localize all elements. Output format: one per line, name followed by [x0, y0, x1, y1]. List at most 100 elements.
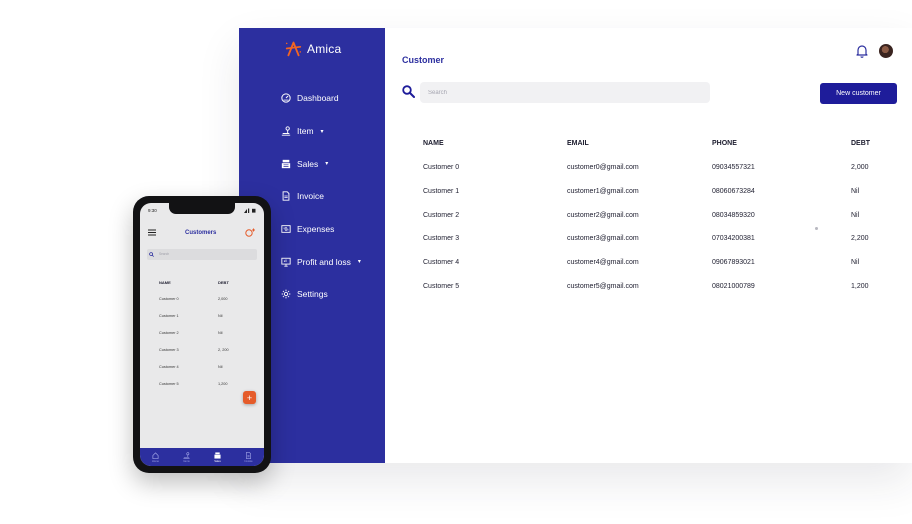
table-cell: customer3@gmail.com — [567, 235, 639, 243]
table-cell[interactable]: Customer 5 — [423, 283, 459, 290]
dashboard-icon — [281, 93, 291, 104]
list-item[interactable]: Customer 3 — [159, 348, 179, 352]
search-icon — [402, 85, 415, 98]
tab-label: Sales — [214, 459, 221, 463]
table-cell: customer1@gmail.com — [567, 187, 639, 195]
table-cell: 08060673284 — [712, 187, 755, 195]
page-title: Customer — [402, 55, 445, 65]
item-icon — [281, 126, 291, 136]
cursor-dot — [815, 227, 818, 230]
tab-items[interactable]: Items — [171, 448, 202, 466]
tab-sales[interactable]: Sales — [202, 448, 233, 466]
amica-logo-icon — [285, 41, 302, 57]
item-icon — [183, 451, 190, 459]
table-cell: 08021000789 — [712, 283, 755, 290]
table-cell: 2,000 — [851, 164, 869, 171]
table-cell: 07034200381 — [712, 235, 755, 243]
list-item: Nil — [218, 331, 223, 335]
stage: Amica Dashboard Item ▾ Sales ▾ Invoice E… — [0, 0, 912, 524]
table-cell: 09034557321 — [712, 164, 755, 171]
table-cell: 2,200 — [851, 235, 869, 243]
monitor-icon — [281, 257, 291, 267]
list-item[interactable]: Customer 0 — [159, 297, 179, 301]
sidebar-item-dashboard[interactable]: Dashboard — [281, 82, 385, 115]
column-header: EMAIL — [567, 140, 589, 147]
avatar[interactable] — [879, 44, 893, 58]
table-cell[interactable]: Customer 2 — [423, 212, 459, 219]
search-icon — [149, 252, 154, 257]
tab-invoice[interactable]: Invoice — [233, 448, 264, 466]
sidebar-item-label: Profit and loss — [297, 256, 351, 267]
phone-notch — [169, 203, 235, 214]
column-header: DEBT — [218, 280, 229, 285]
add-fab-button[interactable]: + — [243, 391, 256, 404]
hamburger-menu-icon[interactable] — [148, 229, 156, 236]
sidebar-item-expenses[interactable]: Expenses — [281, 213, 385, 246]
table-cell: Nil — [851, 259, 860, 267]
table-cell: customer4@gmail.com — [567, 259, 639, 267]
list-item[interactable]: Customer 1 — [159, 314, 179, 318]
home-icon — [152, 451, 159, 459]
table-cell[interactable]: Customer 1 — [423, 188, 459, 195]
sidebar-item-label: Item — [297, 126, 314, 137]
list-item[interactable]: Customer 5 — [159, 382, 179, 386]
brand-name: Amica — [307, 41, 342, 56]
sidebar-item-profit-and-loss[interactable]: Profit and loss ▾ — [281, 245, 385, 278]
cash-register-icon — [214, 451, 221, 459]
table-cell: customer0@gmail.com — [567, 164, 639, 171]
list-item[interactable]: Customer 2 — [159, 331, 179, 335]
phone-bottom-nav: Home Items Sales Invoice — [140, 448, 264, 466]
signal-battery-icon — [244, 208, 256, 213]
phone-title: Customers — [185, 230, 217, 236]
sidebar-item-label: Settings — [297, 289, 328, 300]
add-customer-icon[interactable] — [245, 228, 255, 238]
status-time: 9:30 — [148, 208, 157, 213]
sidebar-item-label: Sales — [297, 158, 319, 169]
chevron-down-icon: ▾ — [325, 161, 329, 168]
tab-home[interactable]: Home — [140, 448, 171, 466]
column-header: NAME — [159, 280, 171, 285]
list-item[interactable]: Customer 4 — [159, 365, 179, 369]
new-customer-button[interactable]: New customer — [820, 83, 897, 104]
table-cell: customer2@gmail.com — [567, 211, 639, 219]
main-content: Customer New customer NAME EMAIL PHONE DEBT… — [385, 28, 912, 463]
invoice-icon — [282, 191, 290, 202]
tab-label: Home — [152, 459, 159, 463]
invoice-icon — [246, 451, 251, 459]
sidebar-item-invoice[interactable]: Invoice — [281, 180, 385, 213]
table-cell[interactable]: Customer 0 — [423, 164, 459, 171]
list-item: Nil — [218, 365, 223, 369]
gear-icon — [281, 290, 291, 299]
tab-label: Invoice — [244, 459, 253, 463]
table-cell: 08034859320 — [712, 211, 755, 219]
table-cell: Nil — [851, 211, 860, 219]
phone-screen: 9:30 Customers Search NAME DEBT Customer 0… — [140, 203, 264, 466]
sidebar-item-label: Invoice — [297, 191, 324, 202]
brand[interactable]: Amica — [285, 40, 341, 57]
sidebar-item-sales[interactable]: Sales ▾ — [281, 147, 385, 180]
desktop-window: Amica Dashboard Item ▾ Sales ▾ Invoice E… — [239, 28, 912, 463]
list-item: 2, 200 — [218, 348, 229, 352]
list-item: 1,200 — [218, 382, 228, 386]
sidebar-item-settings[interactable]: Settings — [281, 278, 385, 311]
table-cell: Nil — [851, 187, 860, 195]
column-header: PHONE — [712, 140, 737, 147]
table-cell: customer5@gmail.com — [567, 283, 639, 290]
sidebar-item-item[interactable]: Item ▾ — [281, 115, 385, 148]
table-cell: 09067893021 — [712, 259, 755, 267]
sidebar-nav: Dashboard Item ▾ Sales ▾ Invoice Expense… — [281, 82, 385, 311]
search-input[interactable] — [420, 82, 710, 103]
column-header: NAME — [423, 140, 444, 147]
cash-register-icon — [281, 159, 291, 168]
bell-icon[interactable] — [856, 44, 868, 58]
phone-mockup: 9:30 Customers Search NAME DEBT Customer 0… — [133, 196, 271, 473]
table-cell[interactable]: Customer 3 — [423, 235, 459, 242]
tab-label: Items — [183, 459, 190, 463]
expenses-icon — [281, 225, 291, 233]
chevron-down-icon: ▾ — [320, 128, 324, 135]
list-item: Nil — [218, 314, 223, 318]
table-cell[interactable]: Customer 4 — [423, 259, 459, 266]
phone-search-placeholder: Search — [159, 251, 170, 256]
table-cell: 1,200 — [851, 283, 869, 290]
chevron-down-icon: ▾ — [357, 259, 361, 266]
